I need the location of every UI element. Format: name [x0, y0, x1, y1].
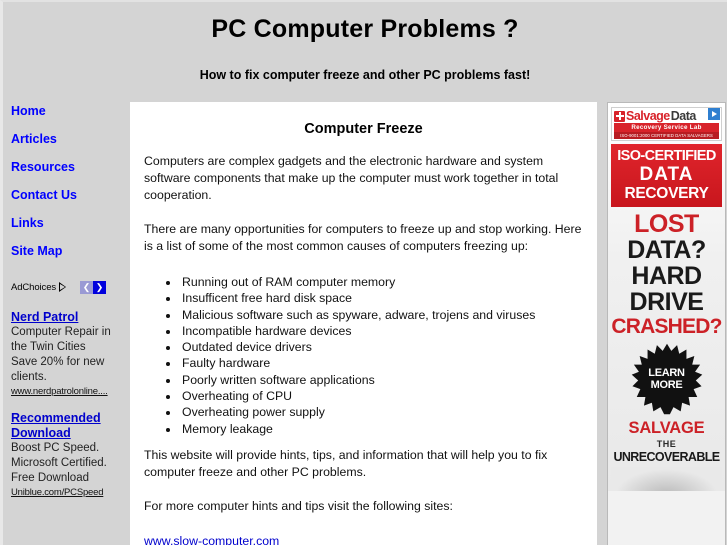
list-item: Running out of RAM computer memory [180, 274, 583, 290]
adchoices-label[interactable]: AdChoices [11, 282, 56, 293]
ad-carousel-controls: ❮ ❯ [80, 280, 107, 294]
tagline-salvage: SALVAGE [628, 419, 705, 437]
adchoices-bar: AdChoices ❮ ❯ [11, 280, 129, 294]
headline-crashed: CRASHED? [611, 315, 722, 338]
ad-text-line: Computer Repair in [11, 326, 111, 338]
ad-text-line: the Twin Cities [11, 341, 86, 353]
banner-ad-salvagedata[interactable]: Salvage Data Recovery Service Lab ISO-90… [607, 102, 726, 545]
list-item: Poorly written software applications [180, 372, 583, 388]
list-item: Faulty hardware [180, 355, 583, 371]
headline-lost: LOST [634, 210, 699, 238]
badge-text: LEARN MORE [631, 343, 703, 415]
prev-arrow-icon[interactable]: ❮ [80, 280, 94, 294]
ad-text-line: Microsoft Certified. [11, 457, 107, 469]
sidebar-item-articles[interactable]: Articles [11, 133, 129, 146]
learn-more-badge[interactable]: LEARN MORE [631, 343, 703, 415]
page-subtitle: How to fix computer freeze and other PC … [199, 68, 531, 82]
ad-text-line: clients. [11, 371, 47, 383]
sidebar-ad-nerd-patrol[interactable]: Nerd Patrol Computer Repair in the Twin … [11, 310, 129, 397]
sidebar-item-contact-us[interactable]: Contact Us [11, 189, 129, 202]
article-paragraph-1: Computers are complex gadgets and the el… [144, 154, 559, 202]
list-item: Overheating of CPU [180, 388, 583, 404]
banner-headline-stack: LOST DATA? HARD DRIVE CRASHED? [611, 207, 722, 339]
banner-ad-inner: Salvage Data Recovery Service Lab ISO-90… [608, 103, 725, 491]
tagline-unrecoverable: UNRECOVERABLE [613, 450, 720, 464]
ad-text-line: Save 20% for new [11, 356, 105, 368]
badge-line-1: LEARN [648, 366, 685, 379]
ad-title-link-second-line[interactable]: Download [11, 426, 129, 441]
list-item: Outdated device drivers [180, 339, 583, 355]
ad-title-link[interactable]: Recommended [11, 411, 129, 426]
list-item: Incompatible hardware devices [180, 323, 583, 339]
sidebar: Home Articles Resources Contact Us Links… [11, 102, 129, 512]
ad-text-line: Boost PC Speed. [11, 442, 100, 454]
ad-text-line: Free Download [11, 472, 89, 484]
logo-word-data: Data [670, 109, 697, 123]
red-panel-line-1: ISO-CERTIFIED [617, 148, 716, 164]
salvagedata-logo: Salvage Data Recovery Service Lab ISO-90… [611, 107, 722, 141]
red-certification-panel: ISO-CERTIFIED DATA RECOVERY [611, 144, 722, 207]
page-header: PC Computer Problems ? How to fix comput… [3, 2, 727, 82]
logo-word-salvage: Salvage [626, 109, 670, 123]
article-paragraph-3: This website will provide hints, tips, a… [144, 447, 548, 479]
medical-cross-icon [614, 110, 625, 122]
tagline-the: THE [656, 439, 677, 449]
adchoices-triangle-icon[interactable] [59, 282, 67, 292]
article-title: Computer Freeze [304, 121, 423, 137]
red-panel-line-2: DATA [639, 164, 694, 185]
sidebar-item-home[interactable]: Home [11, 105, 129, 118]
logo-subtitle: Recovery Service Lab [614, 123, 719, 132]
list-item: Memory leakage [180, 421, 583, 437]
ad-display-url[interactable]: Uniblue.com/PCSpeed [11, 487, 129, 498]
sidebar-item-resources[interactable]: Resources [11, 161, 129, 174]
list-item: Overheating power supply [180, 404, 583, 420]
headline-data: DATA? [627, 236, 706, 264]
badge-line-2: MORE [650, 379, 683, 391]
next-arrow-icon[interactable]: ❯ [93, 280, 107, 294]
headline-hard: HARD [631, 262, 702, 290]
main-content-panel: Computer Freeze Computers are complex ga… [130, 102, 597, 545]
page-root: PC Computer Problems ? How to fix comput… [0, 0, 727, 545]
ad-title-link[interactable]: Nerd Patrol [11, 310, 129, 325]
adchoices-triangle-icon-banner[interactable] [708, 108, 720, 120]
list-item: Malicious software such as spyware, adwa… [180, 307, 583, 323]
logo-iso-certification: ISO-9001:2000 CERTIFIED DATA SALVAGERS [614, 132, 719, 139]
headline-drive: DRIVE [629, 288, 704, 316]
article-paragraph-4: For more computer hints and tips visit t… [144, 498, 453, 513]
red-panel-line-3: RECOVERY [624, 185, 709, 202]
article-paragraph-2: There are many opportunities for compute… [144, 222, 582, 253]
external-link-slow-computer[interactable]: www.slow-computer.com [144, 534, 279, 545]
page-title: PC Computer Problems ? [211, 15, 519, 43]
sidebar-ad-recommended-download[interactable]: Recommended Download Boost PC Speed. Mic… [11, 411, 129, 498]
list-item: Insufficent free hard disk space [180, 290, 583, 306]
sidebar-item-site-map[interactable]: Site Map [11, 245, 129, 258]
banner-bottom-image [611, 467, 722, 491]
sidebar-item-links[interactable]: Links [11, 217, 129, 230]
ad-display-url[interactable]: www.nerdpatrolonline.... [11, 386, 129, 397]
logo-wordmark: Salvage Data [614, 110, 719, 122]
causes-list: Running out of RAM computer memory Insuf… [144, 274, 583, 437]
